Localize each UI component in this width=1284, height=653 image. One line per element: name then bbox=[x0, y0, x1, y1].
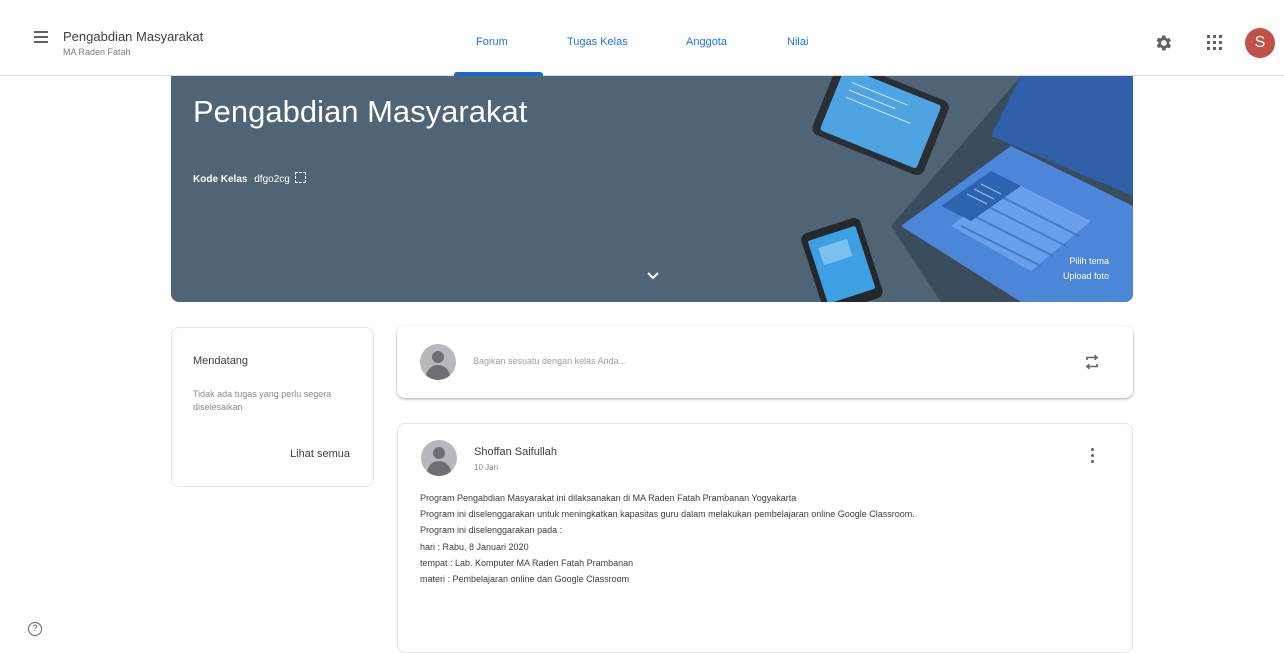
user-avatar bbox=[420, 344, 456, 380]
account-avatar[interactable]: S bbox=[1245, 28, 1275, 58]
share-box[interactable]: Bagikan sesuatu dengan kelas Anda... bbox=[397, 326, 1133, 398]
upload-photo-link[interactable]: Upload foto bbox=[1063, 269, 1109, 284]
settings-icon[interactable] bbox=[1153, 33, 1173, 53]
tab-forum[interactable]: Forum bbox=[476, 36, 508, 48]
select-theme-link[interactable]: Pilih tema bbox=[1063, 254, 1109, 269]
class-banner: Pengabdian Masyarakat Kode Kelas dfgo2cg… bbox=[171, 76, 1133, 302]
tab-tugas-kelas[interactable]: Tugas Kelas bbox=[567, 36, 628, 48]
author-avatar bbox=[421, 440, 457, 476]
post-line: hari : Rabu, 8 Januari 2020 bbox=[420, 541, 529, 552]
chevron-down-icon[interactable] bbox=[645, 270, 661, 282]
tab-anggota[interactable]: Anggota bbox=[686, 36, 727, 48]
upcoming-title: Mendatang bbox=[193, 355, 249, 367]
top-app-bar: Pengabdian Masyarakat MA Raden Fatah For… bbox=[0, 0, 1284, 76]
post-line: materi : Pembelajaran online dan Google … bbox=[420, 574, 630, 585]
post-author: Shoffan Saifullah bbox=[474, 446, 557, 458]
post-line: Program Pengabdian Masyarakat ini dilaks… bbox=[420, 493, 797, 503]
class-code-label: Kode Kelas bbox=[193, 174, 248, 185]
banner-title: Pengabdian Masyarakat bbox=[193, 94, 528, 129]
apps-icon[interactable] bbox=[1207, 35, 1223, 51]
class-title[interactable]: Pengabdian Masyarakat bbox=[63, 29, 203, 44]
fullscreen-icon[interactable] bbox=[294, 172, 306, 183]
class-code: Kode Kelas dfgo2cg bbox=[193, 172, 306, 185]
menu-icon[interactable] bbox=[30, 26, 54, 50]
post-line: Program ini diselenggarakan untuk mening… bbox=[420, 509, 915, 520]
help-icon[interactable]: ? bbox=[28, 622, 42, 636]
upcoming-empty-text: Tidak ada tugas yang perlu segera disele… bbox=[193, 389, 332, 412]
upcoming-card: Mendatang Tidak ada tugas yang perlu seg… bbox=[171, 327, 374, 487]
banner-actions: Pilih tema Upload foto bbox=[1063, 254, 1109, 284]
post-body: Program Pengabdian Masyarakat ini dilaks… bbox=[420, 490, 1120, 587]
post-time: 10 Jan bbox=[474, 463, 499, 472]
repost-icon[interactable] bbox=[1084, 354, 1100, 370]
class-code-value: dfgo2cg bbox=[254, 174, 290, 185]
tab-nilai[interactable]: Nilai bbox=[787, 36, 808, 48]
post-line: tempat : Lab. Komputer MA Raden Fatah Pr… bbox=[420, 557, 634, 568]
more-options-icon[interactable] bbox=[1089, 448, 1095, 468]
class-subtitle: MA Raden Fatah bbox=[63, 47, 131, 57]
share-input[interactable]: Bagikan sesuatu dengan kelas Anda... bbox=[473, 356, 626, 366]
announcement-post: Shoffan Saifullah 10 Jan Program Pengabd… bbox=[397, 423, 1133, 653]
post-line: Program ini diselenggarakan pada : bbox=[420, 525, 563, 536]
view-all-link[interactable]: Lihat semua bbox=[290, 448, 350, 460]
